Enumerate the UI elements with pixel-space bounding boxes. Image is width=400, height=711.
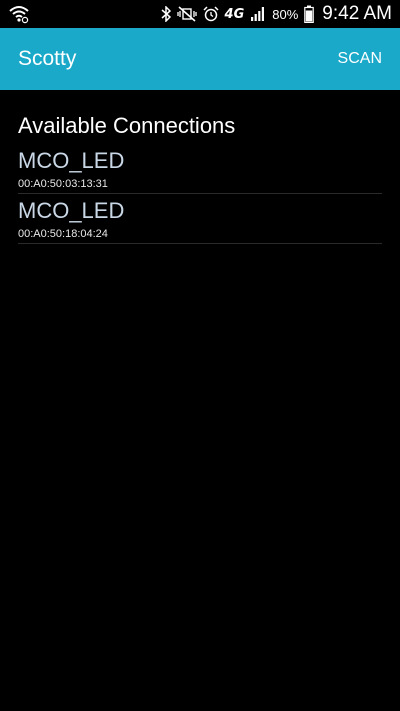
cell-signal-icon bbox=[250, 4, 266, 24]
alarm-icon bbox=[203, 4, 219, 24]
app-bar: Scotty SCAN bbox=[0, 28, 400, 90]
status-time: 9:42 AM bbox=[322, 3, 392, 24]
device-list: MCO_LED 00:A0:50:03:13:31 MCO_LED 00:A0:… bbox=[18, 144, 382, 244]
available-connections-heading: Available Connections bbox=[18, 113, 236, 138]
app-title: Scotty bbox=[18, 47, 77, 70]
battery-icon bbox=[304, 4, 315, 24]
wifi-icon bbox=[8, 4, 30, 24]
scan-button[interactable]: SCAN bbox=[334, 28, 386, 90]
device-address: 00:A0:50:18:04:24 bbox=[18, 228, 108, 240]
device-list-item[interactable]: MCO_LED 00:A0:50:18:04:24 bbox=[18, 194, 382, 244]
main-content: Available Connections MCO_LED 00:A0:50:0… bbox=[18, 90, 382, 244]
status-bar: 4G 80% 9:42 AM bbox=[0, 0, 400, 28]
bluetooth-icon bbox=[161, 4, 171, 24]
device-list-item[interactable]: MCO_LED 00:A0:50:03:13:31 bbox=[18, 144, 382, 194]
battery-percent: 80% bbox=[272, 6, 299, 22]
device-name: MCO_LED bbox=[18, 198, 125, 223]
network-type-label: 4G bbox=[224, 6, 245, 22]
device-name: MCO_LED bbox=[18, 148, 125, 173]
device-address: 00:A0:50:03:13:31 bbox=[18, 178, 108, 190]
vibrate-mute-icon bbox=[176, 4, 197, 24]
